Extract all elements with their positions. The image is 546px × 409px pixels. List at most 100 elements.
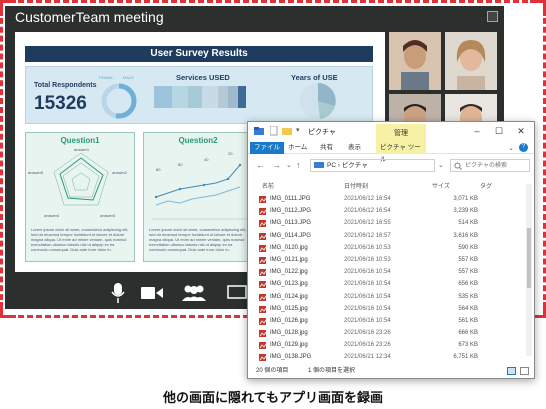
file-row[interactable]: IMG_0120.jpg 2021/06/16 10:53 590 KB	[256, 242, 526, 254]
respondents-value: 15326	[34, 93, 87, 114]
column-date[interactable]: 日付時刻	[344, 181, 368, 190]
search-placeholder: ピクチャの検索	[465, 163, 507, 169]
file-size: 561 KB	[458, 317, 478, 324]
question1-panel: Question1 answer1 answer2 answer3 answer…	[25, 132, 135, 262]
file-size: 564 KB	[458, 305, 478, 312]
details-view-icon[interactable]	[507, 367, 516, 375]
search-input[interactable]: ピクチャの検索	[450, 159, 530, 172]
up-arrow-icon[interactable]: ↑	[296, 160, 301, 170]
file-size: 557 KB	[458, 269, 478, 276]
tab-share[interactable]: 共有	[316, 142, 337, 154]
years-pie-chart	[300, 83, 336, 119]
services-label: Services USED	[176, 73, 230, 82]
radar-axis-2: answer2	[112, 170, 128, 175]
file-row[interactable]: IMG_0129.jpg 2021/06/16 23:26 673 KB	[256, 339, 526, 351]
participant-video-1[interactable]	[389, 32, 441, 90]
file-date: 2021/06/12 16:55	[344, 220, 391, 227]
vertical-scrollbar[interactable]	[526, 184, 532, 356]
maximize-button[interactable]	[487, 11, 498, 22]
column-tag[interactable]: タグ	[480, 181, 492, 190]
file-row[interactable]: IMG_0112.JPG 2021/06/12 16:54 3,239 KB	[256, 205, 526, 217]
file-size: 590 KB	[458, 244, 478, 251]
file-row[interactable]: IMG_0121.jpg 2021/06/16 10:53 557 KB	[256, 254, 526, 266]
file-row[interactable]: IMG_0126.jpg 2021/06/16 10:54 561 KB	[256, 315, 526, 327]
question1-text: Lorem ipsum dolor sit amet, consectetur …	[31, 227, 129, 252]
new-folder-icon[interactable]	[282, 126, 292, 136]
file-size: 557 KB	[458, 256, 478, 263]
file-row[interactable]: IMG_0113.JPG 2021/06/12 16:55 514 KB	[256, 217, 526, 229]
file-name: IMG_0112.JPG	[270, 208, 311, 215]
file-row[interactable]: IMG_0114.JPG 2021/06/12 16:57 3,616 KB	[256, 230, 526, 242]
large-icons-view-icon[interactable]	[520, 367, 529, 375]
file-date: 2021/06/16 10:54	[344, 269, 391, 276]
file-name: IMG_0128.jpg	[270, 330, 308, 337]
column-headers: 名前 日付時刻 サイズ タグ	[256, 181, 526, 193]
scrollbar-thumb[interactable]	[527, 228, 531, 288]
manage-tab[interactable]: 管理	[376, 124, 426, 142]
file-size: 656 KB	[458, 281, 478, 288]
file-row[interactable]: IMG_0111.JPG 2021/06/12 16:54 3,071 KB	[256, 193, 526, 205]
quick-access-dropdown-icon[interactable]: ▾	[296, 126, 300, 134]
file-date: 2021/06/16 10:54	[344, 317, 391, 324]
tab-view[interactable]: 表示	[344, 142, 365, 154]
file-name: IMG_0138.JPG	[270, 354, 312, 361]
gender-donut-chart	[101, 83, 137, 119]
address-dropdown-icon[interactable]: ⌄	[438, 161, 444, 169]
participants-icon[interactable]	[181, 284, 207, 302]
screen-share-icon[interactable]	[227, 285, 247, 299]
pc-icon	[314, 162, 324, 168]
radar-axis-4: answer4	[44, 213, 60, 218]
file-list: IMG_0111.JPG 2021/06/12 16:54 3,071 KB IMG_…	[256, 193, 526, 364]
file-row[interactable]: IMG_0122.jpg 2021/06/16 10:54 557 KB	[256, 266, 526, 278]
maximize-icon[interactable]: ☐	[492, 125, 506, 137]
file-size: 666 KB	[458, 330, 478, 337]
file-row[interactable]: IMG_0124.jpg 2021/06/16 10:54 535 KB	[256, 291, 526, 303]
properties-icon[interactable]	[270, 126, 278, 136]
minimize-icon[interactable]: –	[470, 125, 484, 137]
file-row[interactable]: IMG_0125.jpg 2021/06/16 10:54 564 KB	[256, 303, 526, 315]
explorer-titlebar: ▾ ピクチャ 管理 – ☐ ✕	[248, 122, 534, 142]
file-name: IMG_0113.JPG	[270, 220, 311, 227]
file-name: IMG_0111.JPG	[270, 196, 311, 202]
question1-radar-chart	[53, 152, 109, 206]
file-size: 6,751 KB	[453, 354, 478, 361]
question2-line-chart	[152, 163, 248, 220]
tab-picture-tools[interactable]: ピクチャ ツール	[376, 142, 426, 163]
file-size: 535 KB	[458, 293, 478, 300]
file-date: 2021/06/12 16:54	[344, 196, 391, 202]
back-arrow-icon[interactable]: ←	[256, 160, 265, 170]
camera-icon[interactable]	[141, 286, 163, 300]
question2-panel: Question2 80 60 40 20 Lorem ipsum dolor …	[143, 132, 253, 262]
microphone-icon[interactable]	[111, 282, 125, 304]
recording-corner-top-right[interactable]	[530, 0, 546, 16]
radar-axis-3: answer3	[100, 213, 116, 218]
file-row[interactable]: IMG_0138.JPG 2021/06/21 12:34 6,751 KB	[256, 351, 526, 363]
column-size[interactable]: サイズ	[432, 181, 450, 190]
participant-video-2[interactable]	[445, 32, 497, 90]
question2-text: Lorem ipsum dolor sit amet, consectetur …	[149, 227, 247, 252]
file-row[interactable]: IMG_0128.jpg 2021/06/16 23:26 666 KB	[256, 327, 526, 339]
file-row[interactable]: IMG_0123.jpg 2021/06/16 10:54 656 KB	[256, 278, 526, 290]
stats-panel: Total Respondents 15326 FEMAIL MALE Serv…	[25, 66, 373, 124]
meeting-title: CustomerTeam meeting	[15, 9, 164, 25]
ribbon-expand-icon[interactable]: ⌄	[508, 144, 514, 152]
file-date: 2021/06/12 16:57	[344, 232, 391, 239]
file-size: 3,071 KB	[453, 196, 478, 202]
tab-file[interactable]: ファイル	[250, 142, 284, 154]
column-name[interactable]: 名前	[262, 181, 274, 190]
tab-home[interactable]: ホーム	[284, 142, 311, 154]
line-label-3: 40	[204, 157, 209, 162]
file-date: 2021/06/21 12:34	[344, 354, 391, 361]
manage-tab-label: 管理	[394, 130, 408, 137]
recent-dropdown-icon[interactable]: ⌄	[286, 161, 292, 169]
ribbon-tabs: ファイル ホーム 共有 表示 ピクチャ ツール ⌄ ?	[248, 142, 534, 163]
address-bar[interactable]: PC › ピクチャ	[310, 159, 435, 172]
line-label-1: 80	[156, 167, 161, 172]
forward-arrow-icon[interactable]: →	[272, 160, 281, 170]
help-icon[interactable]: ?	[519, 143, 528, 152]
status-bar: 20 個の項目 1 個の項目を選択	[248, 364, 534, 378]
close-icon[interactable]: ✕	[514, 125, 528, 137]
file-date: 2021/06/16 10:53	[344, 256, 391, 263]
radar-axis-5: answer5	[28, 170, 44, 175]
file-name: IMG_0121.jpg	[270, 256, 308, 263]
